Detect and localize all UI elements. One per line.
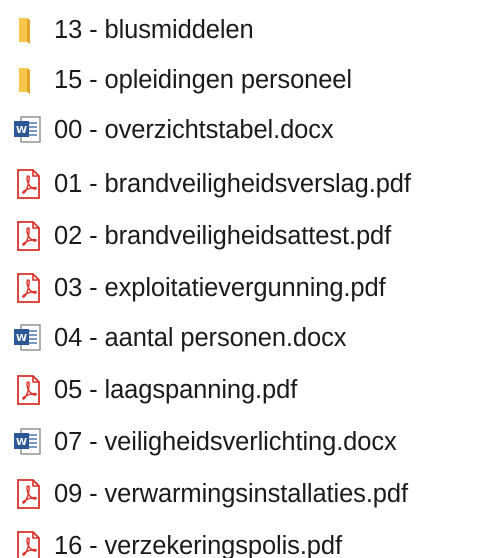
pdf-icon [8,474,48,514]
word-document-icon: W [8,318,48,358]
list-item-brandveiligheidsverslag[interactable]: 01 - brandveiligheidsverslag.pdf [8,164,411,204]
file-name: 16 - verzekeringspolis.pdf [54,532,342,558]
list-item-laagspanning[interactable]: 05 - laagspanning.pdf [8,370,297,410]
file-name: 13 - blusmiddelen [54,16,254,44]
word-document-icon: W [8,422,48,462]
file-list: 13 - blusmiddelen 15 - opleidingen perso… [0,0,488,558]
list-item-aantal-personen[interactable]: W 04 - aantal personen.docx [8,318,346,358]
word-document-icon: W [8,110,48,150]
list-item-overzichtstabel[interactable]: W 00 - overzichtstabel.docx [8,110,334,150]
file-name: 05 - laagspanning.pdf [54,376,298,404]
pdf-icon [8,268,48,308]
folder-icon [8,60,48,100]
file-name: 07 - veiligheidsverlichting.docx [54,428,397,456]
folder-icon [8,10,48,50]
svg-text:W: W [16,333,27,344]
pdf-icon [8,526,48,558]
file-name: 04 - aantal personen.docx [54,324,347,352]
svg-text:W: W [16,437,27,448]
list-item-exploitatievergunning[interactable]: 03 - exploitatievergunning.pdf [8,268,386,308]
pdf-icon [8,164,48,204]
list-item-folder-blusmiddelen[interactable]: 13 - blusmiddelen [8,10,254,50]
file-name: 03 - exploitatievergunning.pdf [54,274,386,302]
file-name: 02 - brandveiligheidsattest.pdf [54,222,392,250]
file-name: 09 - verwarmingsinstallaties.pdf [54,480,408,508]
pdf-icon [8,216,48,256]
file-name: 15 - opleidingen personeel [54,66,352,94]
file-name: 01 - brandveiligheidsverslag.pdf [54,170,411,198]
list-item-folder-opleidingen[interactable]: 15 - opleidingen personeel [8,60,352,100]
pdf-icon [8,370,48,410]
list-item-veiligheidsverlichting[interactable]: W 07 - veiligheidsverlichting.docx [8,422,397,462]
svg-text:W: W [16,125,27,136]
list-item-verzekeringspolis[interactable]: 16 - verzekeringspolis.pdf [8,526,342,558]
list-item-brandveiligheidsattest[interactable]: 02 - brandveiligheidsattest.pdf [8,216,391,256]
file-name: 00 - overzichtstabel.docx [54,116,334,144]
list-item-verwarmingsinstallaties[interactable]: 09 - verwarmingsinstallaties.pdf [8,474,408,514]
